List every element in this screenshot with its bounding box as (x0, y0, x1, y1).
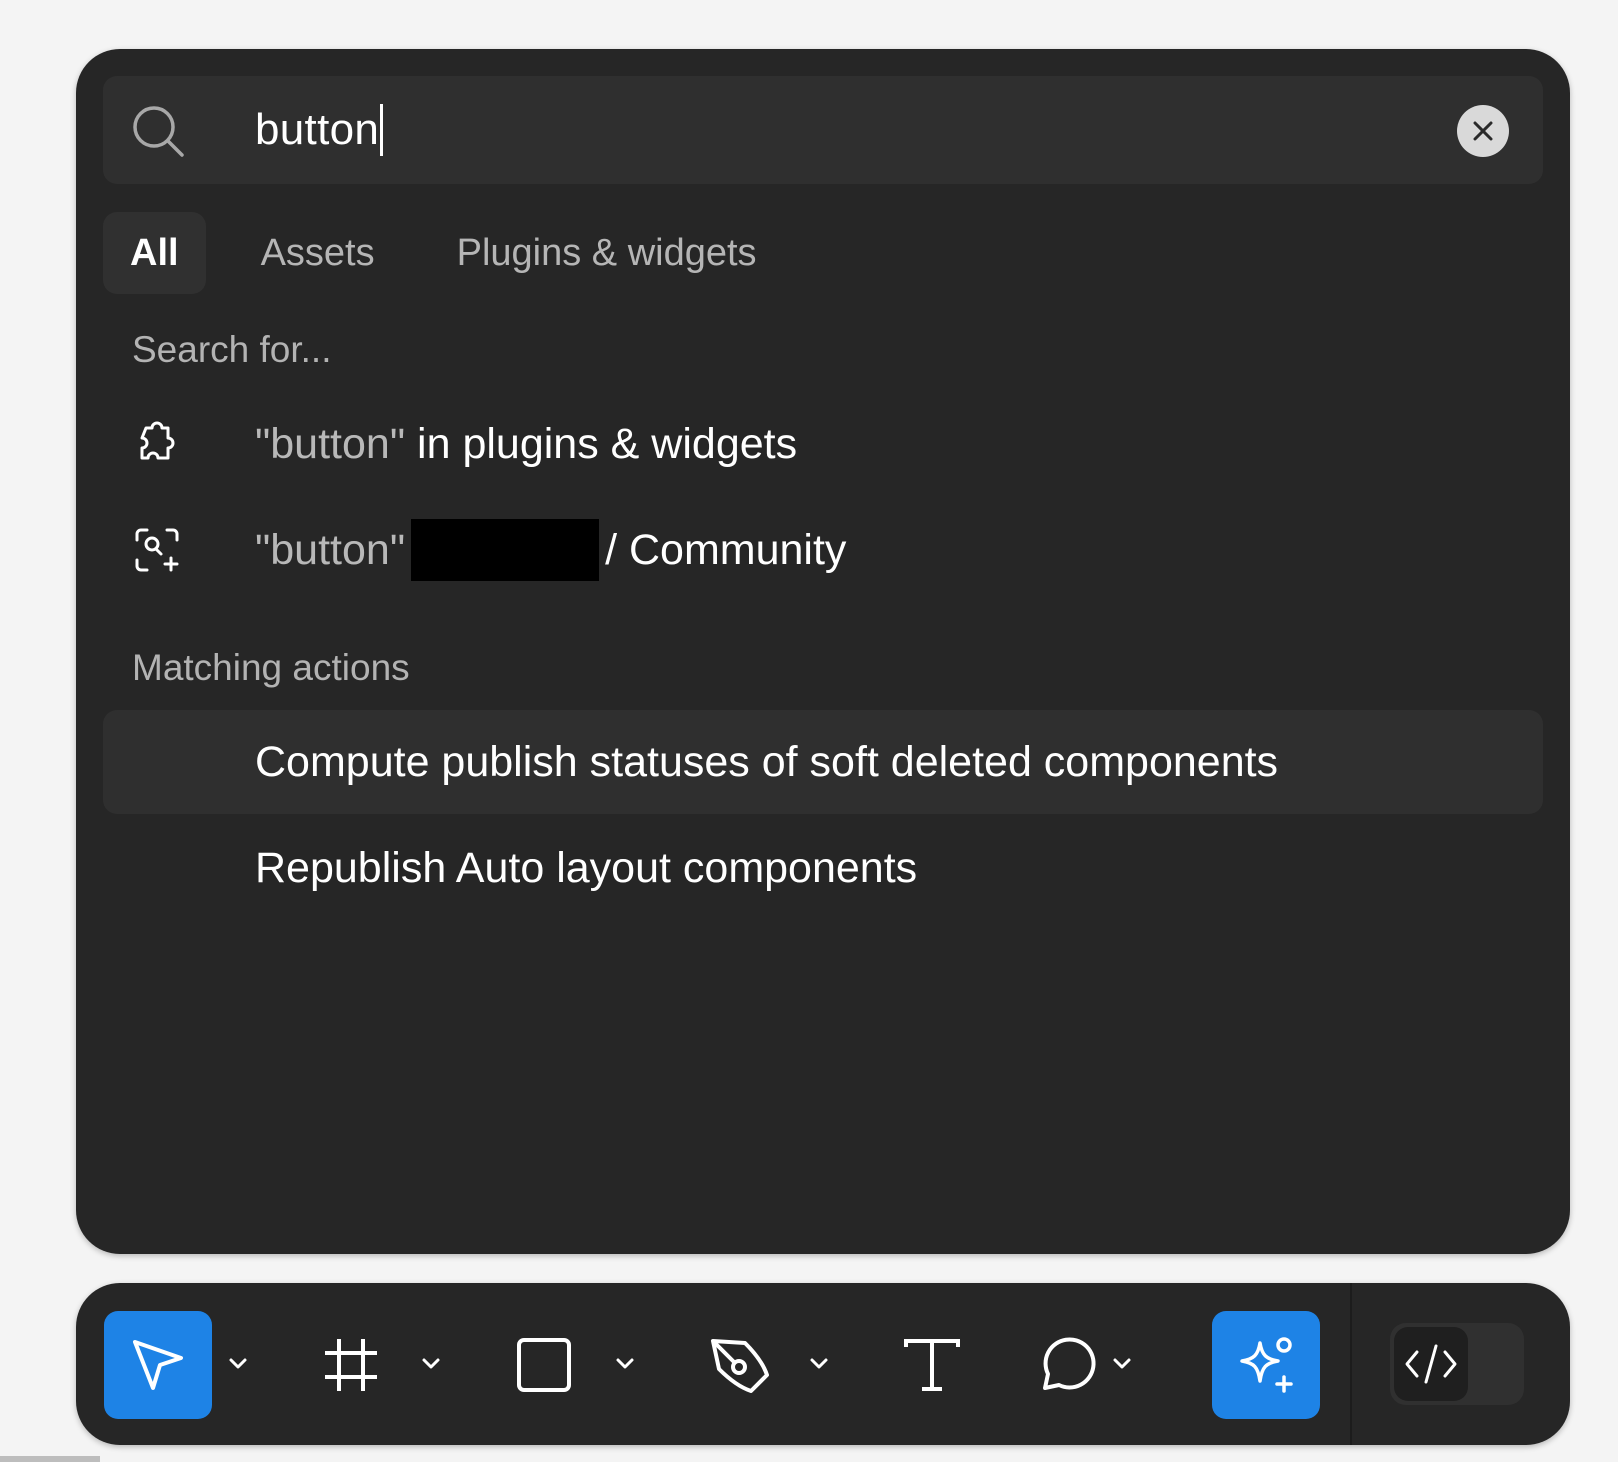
move-tool-button[interactable] (104, 1311, 212, 1419)
comment-tool-dropdown[interactable] (1107, 1349, 1137, 1379)
comment-tool-button[interactable] (1014, 1311, 1122, 1419)
text-tool-button[interactable] (878, 1311, 986, 1419)
search-in-community-label: "button" / Community (255, 498, 846, 602)
pen-tool-dropdown[interactable] (804, 1349, 834, 1379)
search-in-plugins-label: "button" in plugins & widgets (255, 392, 797, 496)
action-label: Republish Auto layout components (255, 843, 918, 892)
filter-tabs: All Assets Plugins & widgets (103, 212, 812, 294)
pen-tool-button[interactable] (685, 1311, 793, 1419)
quick-actions-panel: button All Assets Plugins & widgets Sear… (76, 49, 1570, 1254)
comment-icon (1043, 1337, 1096, 1390)
frame-tool-button[interactable] (297, 1311, 405, 1419)
community-search-icon (135, 528, 179, 572)
search-input-value: button (255, 105, 380, 154)
text-icon (904, 1339, 960, 1391)
text-caret (380, 104, 384, 156)
rectangle-tool-dropdown[interactable] (610, 1349, 640, 1379)
tab-all[interactable]: All (103, 212, 206, 294)
bottom-toolbar (76, 1283, 1570, 1445)
search-bar[interactable]: button (103, 76, 1543, 184)
query-text: "button" (255, 525, 406, 574)
chevron-down-icon (616, 1358, 634, 1369)
code-icon (1405, 1344, 1457, 1384)
rectangle-tool-button[interactable] (490, 1311, 598, 1419)
action-row-compute-publish-statuses[interactable]: Compute publish statuses of soft deleted… (103, 710, 1543, 814)
chevron-down-icon (229, 1358, 247, 1369)
query-text: "button" (255, 419, 406, 468)
tab-plugins-widgets[interactable]: Plugins & widgets (430, 212, 784, 294)
search-icon (133, 106, 184, 157)
ai-sparkle-icon (1240, 1337, 1293, 1393)
close-icon (1473, 121, 1493, 141)
toolbar-divider (1350, 1283, 1352, 1445)
matching-actions-heading: Matching actions (132, 647, 410, 688)
search-input[interactable]: button (255, 104, 384, 156)
clear-search-button[interactable] (1457, 105, 1509, 157)
action-row-republish-auto-layout[interactable]: Republish Auto layout components (103, 816, 1543, 920)
puzzle-icon (140, 421, 175, 460)
scope-text: in plugins & widgets (405, 419, 798, 468)
search-in-plugins-row[interactable]: "button" in plugins & widgets (103, 392, 1543, 496)
dev-mode-knob (1394, 1327, 1468, 1401)
frame-tool-dropdown[interactable] (416, 1349, 446, 1379)
dev-mode-toggle[interactable] (1390, 1323, 1524, 1405)
frame-icon (325, 1339, 377, 1391)
move-cursor-icon (133, 1340, 183, 1390)
chevron-down-icon (422, 1358, 440, 1369)
search-for-heading: Search for... (132, 329, 332, 370)
redacted-block (411, 519, 600, 581)
window-edge (0, 1456, 100, 1462)
pen-icon (711, 1339, 769, 1393)
ai-actions-button[interactable] (1212, 1311, 1320, 1419)
tab-assets[interactable]: Assets (234, 212, 402, 294)
chevron-down-icon (810, 1358, 828, 1369)
action-label: Compute publish statuses of soft deleted… (255, 737, 1279, 786)
chevron-down-icon (1113, 1358, 1131, 1369)
scope-text: / Community (605, 525, 847, 574)
move-tool-dropdown[interactable] (223, 1349, 253, 1379)
rectangle-icon (517, 1338, 571, 1392)
search-in-community-row[interactable]: "button" / Community (103, 498, 1543, 602)
